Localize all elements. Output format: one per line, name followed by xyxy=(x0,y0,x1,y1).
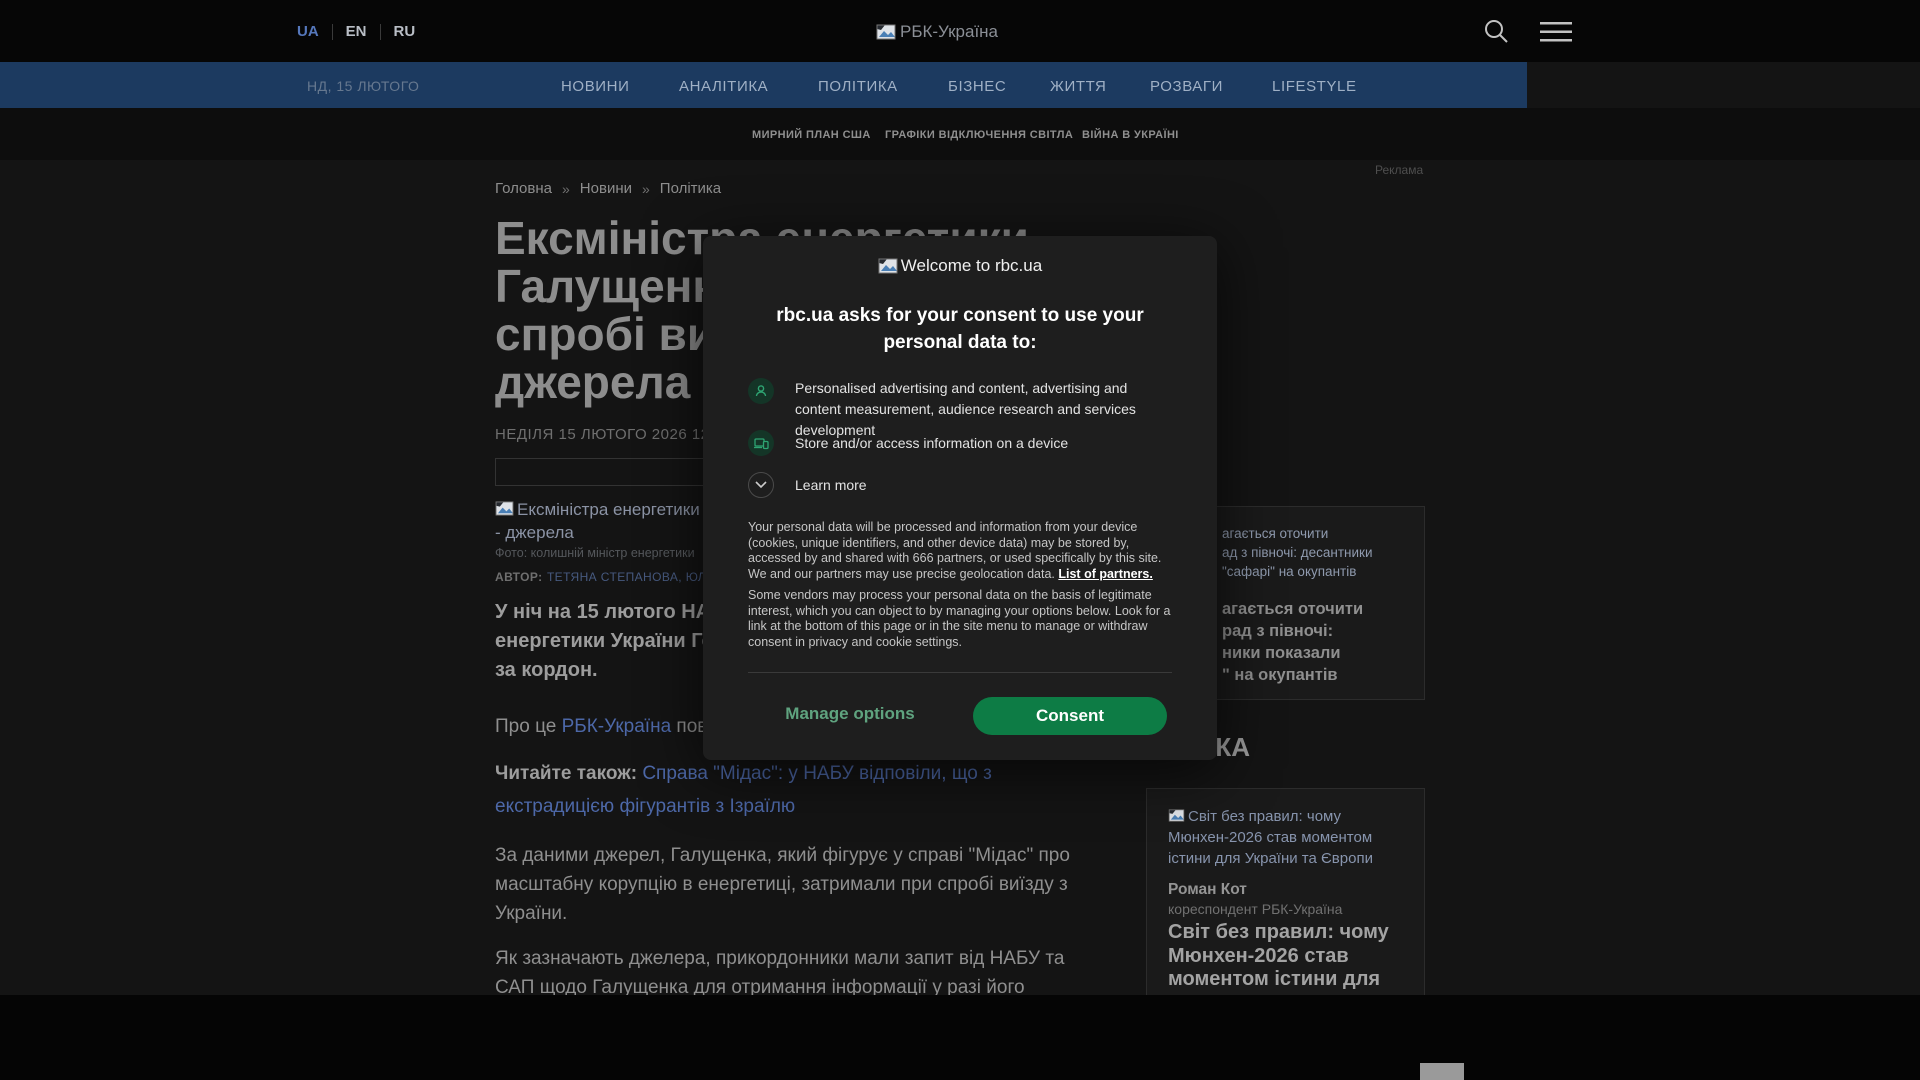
nav-item-lifestyle[interactable]: LIFESTYLE xyxy=(1272,78,1357,95)
nav-item-biznes[interactable]: БІЗНЕС xyxy=(948,78,1006,95)
purpose-text: Store and/or access information on a dev… xyxy=(795,434,1069,451)
topic-peace-plan[interactable]: МИРНИЙ ПЛАН США xyxy=(752,129,871,141)
partial-thumbnail xyxy=(1420,1063,1464,1080)
lang-ua[interactable]: UA xyxy=(297,23,319,40)
text: Про це xyxy=(495,716,562,737)
lead-line: енергетики України Гер xyxy=(495,630,725,652)
sidebar-card-thumb-alt: Світ без правил: чому Мюнхен-2026 став м… xyxy=(1168,806,1373,869)
search-icon[interactable] xyxy=(1482,17,1510,45)
divider xyxy=(748,672,1172,673)
consent-paragraph: Your personal data will be processed and… xyxy=(748,520,1174,582)
thumb-alt-line: "сафарі" на окупантів xyxy=(1222,564,1357,579)
learn-more-row[interactable]: Learn more xyxy=(748,472,1172,498)
nav-item-polityka[interactable]: ПОЛІТИКА xyxy=(818,78,898,95)
breadcrumb-home[interactable]: Головна xyxy=(495,180,552,197)
consent-dialog: Welcome to rbc.ua rbc.ua asks for your c… xyxy=(703,236,1217,760)
card-title-line: Світ без правил: чому xyxy=(1168,921,1389,943)
read-also-label: Читайте також: xyxy=(495,763,638,784)
author-label: АВТОР: xyxy=(495,570,543,584)
thumb-alt-line: ад з півночі: десантники xyxy=(1222,545,1373,560)
breadcrumb-politics[interactable]: Політика xyxy=(660,180,721,197)
dialog-heading: rbc.ua asks for your consent to use your… xyxy=(703,302,1217,356)
body-line: масштабну корупцію в енергетиці, затрима… xyxy=(495,874,1068,895)
heading-line: personal data to: xyxy=(883,332,1037,353)
body-line: За даними джерел, Галущенка, який фігуру… xyxy=(495,845,1070,866)
lang-en[interactable]: EN xyxy=(346,23,367,40)
breadcrumb-separator: » xyxy=(641,180,650,197)
dialog-logo-text: Welcome to rbc.ua xyxy=(900,256,1043,275)
nav-item-rozvahy[interactable]: РОЗВАГИ xyxy=(1150,78,1223,95)
author-line: АВТОР: ТЕТЯНА СТЕПАНОВА, ЮЛІЯ А xyxy=(495,568,731,586)
read-also-link[interactable]: Справа "Мідас": у НАБУ відповіли, що з xyxy=(642,763,991,784)
manage-options-button[interactable]: Manage options xyxy=(750,704,950,724)
hamburger-menu-icon[interactable] xyxy=(1540,21,1572,43)
thumb-alt-line: Мюнхен-2026 став моментом xyxy=(1168,829,1373,846)
card-title-line: моментом істини для xyxy=(1168,968,1381,990)
breadcrumb-news[interactable]: Новини xyxy=(580,180,632,197)
chevron-down-icon xyxy=(755,481,767,489)
dialog-logo: Welcome to rbc.ua xyxy=(703,256,1217,276)
article-paragraph: За даними джерел, Галущенка, який фігуру… xyxy=(495,841,1070,928)
card-title-line: ники показали xyxy=(1222,644,1341,662)
nav-date: НД, 15 ЛЮТОГО xyxy=(307,78,420,94)
topic-blackouts[interactable]: ГРАФІКИ ВІДКЛЮЧЕННЯ СВІТЛА xyxy=(885,129,1073,141)
article-lead: У ніч на 15 лютого НАБ енергетики Україн… xyxy=(495,598,725,685)
device-icon xyxy=(753,437,769,449)
nav-item-analityka[interactable]: АНАЛІТИКА xyxy=(679,78,768,95)
learn-more-label: Learn more xyxy=(795,476,867,493)
person-icon xyxy=(755,385,767,397)
sidebar-author-role: кореспондент РБК-Україна xyxy=(1168,901,1343,917)
breadcrumb-separator: » xyxy=(562,180,570,197)
site-logo-text: РБК-Україна xyxy=(900,22,999,41)
sidebar-author-name[interactable]: Роман Кот xyxy=(1168,881,1247,899)
thumb-alt-line: агається оточити xyxy=(1222,526,1329,541)
share-button[interactable] xyxy=(496,459,709,485)
source-link[interactable]: РБК-Україна xyxy=(562,716,672,737)
broken-image-icon xyxy=(878,258,898,274)
consent-paragraph: Some vendors may process your personal d… xyxy=(748,588,1171,649)
page: UA EN RU РБК-Україна НД, 15 ЛЮТОГО НОВИН… xyxy=(0,0,1920,1080)
divider xyxy=(331,23,333,40)
photo-caption: Фото: колишній міністр енергетики xyxy=(495,546,695,560)
nav-item-zhyttia[interactable]: ЖИТТЯ xyxy=(1050,78,1106,95)
nav-item-novyny[interactable]: НОВИНИ xyxy=(561,78,630,95)
card-title-line: " на окупантів xyxy=(1222,666,1338,684)
thumb-alt-line: Світ без правил: чому xyxy=(1188,808,1342,825)
sidebar-card-title[interactable]: агається оточити рад з півночі: ники пок… xyxy=(1222,598,1363,686)
broken-image-icon xyxy=(1168,809,1185,822)
sidebar-card-thumb-alt: агається оточити ад з півночі: десантник… xyxy=(1222,524,1372,581)
bottom-ad-band xyxy=(0,995,1920,1080)
body-line: Як зазначають джелера, прикордонники мал… xyxy=(495,948,1065,969)
consent-button[interactable]: Consent xyxy=(973,697,1167,735)
lang-ru[interactable]: RU xyxy=(394,23,416,40)
breadcrumb: Головна » Новини » Політика xyxy=(495,180,721,197)
card-title-line: Мюнхен-2026 став xyxy=(1168,944,1349,967)
article-paragraph: Як зазначають джелера, прикордонники мал… xyxy=(495,944,1064,1002)
read-also-link[interactable]: екстрадицією фігурантів з Ізраїлю xyxy=(495,790,992,823)
ad-label: Реклама xyxy=(1375,163,1424,177)
heading-line: rbc.ua asks for your consent to use your xyxy=(776,305,1144,326)
list-of-partners-link[interactable]: List of partners. xyxy=(1058,567,1152,581)
article-date: НЕДІЛЯ 15 ЛЮТОГО 2026 12:02 xyxy=(495,426,732,443)
site-logo[interactable]: РБК-Україна xyxy=(876,22,998,42)
article-image-placeholder: Ексміністра енергетики Га - джерела xyxy=(495,498,722,544)
lead-line: У ніч на 15 лютого НАБ xyxy=(495,601,725,623)
purpose-row: Store and/or access information on a dev… xyxy=(748,430,1172,456)
image-alt-text: Ексміністра енергетики Га xyxy=(517,500,723,519)
language-switcher: UA EN RU xyxy=(297,23,415,40)
thumb-alt-line: істини для України та Європи xyxy=(1168,850,1373,867)
lead-line: за кордон. xyxy=(495,659,598,681)
body-line: України. xyxy=(495,903,568,924)
topic-war[interactable]: ВІЙНА В УКРАЇНІ xyxy=(1082,129,1179,141)
broken-image-icon xyxy=(876,24,896,40)
read-also-paragraph: Читайте також: Справа "Мідас": у НАБУ ві… xyxy=(495,757,992,823)
card-title-line: агається оточити xyxy=(1222,600,1364,618)
card-title-line: рад з півночі: xyxy=(1222,622,1334,640)
image-alt-text: - джерела xyxy=(495,523,574,542)
broken-image-icon xyxy=(495,501,514,516)
divider xyxy=(379,23,381,40)
